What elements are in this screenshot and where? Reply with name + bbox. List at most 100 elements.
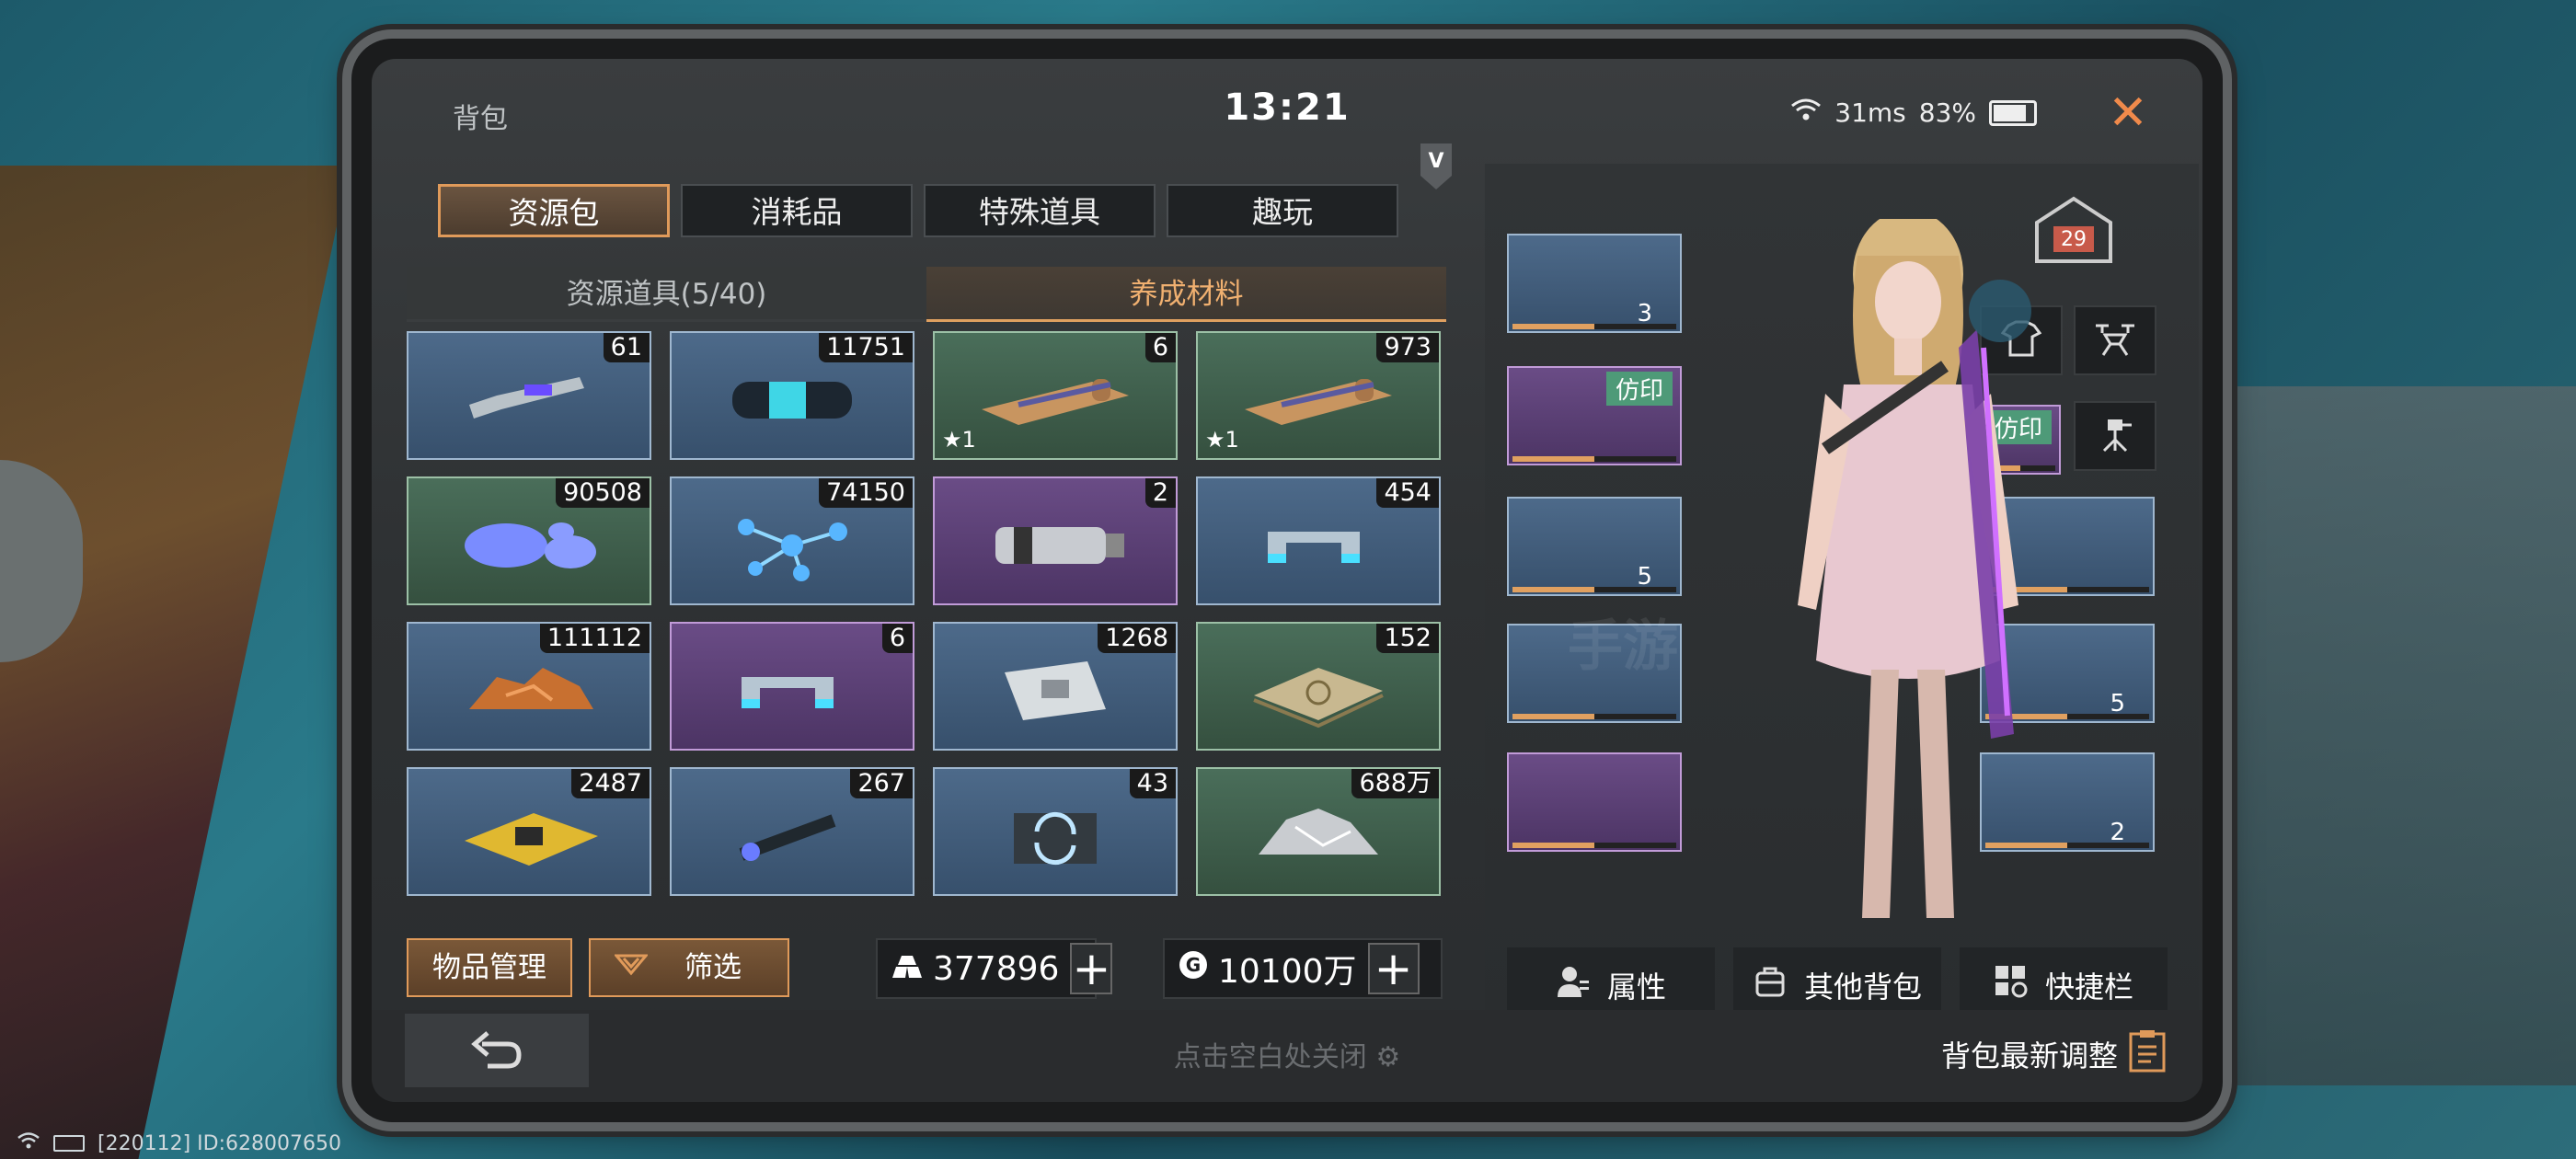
molecule-icon [672, 495, 913, 596]
device-status: [220112] ID:628007650 [17, 1131, 341, 1155]
item-count: 74150 [819, 478, 913, 508]
item-count: 6 [1144, 333, 1176, 362]
close-hint-text: 点击空白处关闭 [1173, 1041, 1367, 1073]
item-slot[interactable]: 2 [933, 476, 1178, 605]
gold-currency: 377896 + [876, 938, 1113, 999]
chevron-down-icon [613, 938, 650, 997]
item-slot[interactable]: 11751 [670, 331, 914, 460]
item-count: 11751 [819, 333, 913, 362]
watermark: 手游 [1568, 614, 1678, 679]
canister-icon [935, 495, 1176, 596]
backpack-icon [1753, 964, 1788, 1006]
tablet-frame: 背包 13:21 31ms 83% ✕ V 资源包 消耗品 特殊道具 趣玩 资源… [351, 39, 2223, 1122]
latest-adjustments-label: 背包最新调整 [1940, 1039, 2118, 1073]
item-slot[interactable]: 6 [670, 622, 914, 751]
equipment-slot[interactable] [1507, 752, 1682, 852]
turret-button[interactable] [2074, 401, 2156, 471]
item-slot[interactable]: 43 [933, 767, 1178, 896]
item-slot[interactable]: 688万 [1196, 767, 1441, 896]
subtab-resource-items[interactable]: 资源道具(5/40) [407, 267, 926, 322]
tab-consumables[interactable]: 消耗品 [681, 184, 913, 237]
item-count: 6 [881, 624, 913, 653]
equipment-panel: 29 3 仿印 5 仿印 5 2 属性 其他背包 快捷栏 [1485, 164, 2199, 1023]
vip-badge-icon: V [1420, 143, 1452, 189]
clamp-icon [1198, 495, 1439, 596]
add-gold-button[interactable]: + [1070, 943, 1113, 994]
tab-resource-pack[interactable]: 资源包 [438, 184, 670, 237]
tab-special-items[interactable]: 特殊道具 [924, 184, 1156, 237]
bag-controls: 物品管理 筛选 [407, 938, 789, 997]
gold-amount: 377896 [933, 949, 1060, 988]
subtab-growth-materials[interactable]: 养成材料 [926, 267, 1446, 322]
packet-icon [935, 640, 1176, 741]
slot-progress [1512, 587, 1676, 592]
slot-progress [1512, 843, 1676, 848]
item-count: 111112 [539, 624, 650, 653]
coin-icon: G [1178, 949, 1209, 989]
footer-bar: 点击空白处关闭 ⚙ 背包最新调整 [372, 1010, 2202, 1102]
gear-icon: ⚙ [1375, 1041, 1401, 1073]
grid-gear-icon [1994, 964, 2029, 1006]
coin-amount: 10100万 [1218, 953, 1357, 991]
sub-tabs: 资源道具(5/40) 养成材料 [407, 267, 1446, 322]
item-count: 267 [850, 769, 913, 798]
item-slot[interactable]: 973 ★1 [1196, 331, 1441, 460]
item-slot[interactable]: 152 [1196, 622, 1441, 751]
ore-icon [408, 640, 650, 741]
item-count: 2 [1144, 478, 1176, 508]
item-count: 61 [603, 333, 650, 362]
item-star-level: ★1 [942, 427, 976, 453]
backpack-screen: 背包 13:21 31ms 83% ✕ V 资源包 消耗品 特殊道具 趣玩 资源… [372, 59, 2202, 1102]
turret-icon [2095, 414, 2135, 458]
equipment-slot[interactable]: 5 [1507, 497, 1682, 596]
drone-button[interactable] [2074, 305, 2156, 375]
item-slot[interactable]: 6 ★1 [933, 331, 1178, 460]
item-slot[interactable]: 1268 [933, 622, 1178, 751]
filter-label: 筛选 [684, 951, 742, 984]
tablet-stack-icon [1198, 640, 1439, 741]
item-slot[interactable]: 90508 [407, 476, 651, 605]
shortcut-bar-label: 快捷栏 [2044, 970, 2133, 1004]
item-count: 90508 [556, 478, 650, 508]
other-bags-label: 其他背包 [1803, 970, 1922, 1004]
add-coin-button[interactable]: + [1367, 943, 1420, 994]
close-hint[interactable]: 点击空白处关闭 ⚙ [372, 1034, 2202, 1074]
tab-fun[interactable]: 趣玩 [1167, 184, 1398, 237]
item-count: 688万 [1351, 769, 1439, 798]
system-info: 31ms 83% [1790, 98, 2037, 128]
chip-icon [408, 786, 650, 887]
metal-ore-icon [1198, 786, 1439, 887]
wifi-icon [17, 1131, 40, 1155]
latest-adjustments-button[interactable]: 背包最新调整 [1941, 1028, 2168, 1080]
item-slot[interactable]: 61 [407, 331, 651, 460]
slot-progress [1512, 324, 1676, 329]
equipment-slot[interactable]: 仿印 [1507, 366, 1682, 465]
filter-button[interactable]: 筛选 [589, 938, 789, 997]
svg-text:G: G [1186, 954, 1201, 976]
cylinder-icon [672, 350, 913, 451]
battery-percent: 83% [1918, 98, 1976, 128]
top-bar: 背包 13:21 31ms 83% ✕ [372, 59, 2202, 158]
equipment-slot[interactable]: 3 [1507, 234, 1682, 333]
item-star-level: ★1 [1205, 427, 1239, 453]
wrench-icon [408, 350, 650, 451]
laser-icon [672, 786, 913, 887]
battery-icon [1989, 99, 2037, 126]
item-grid: 61 11751 6 ★1 973 ★1 90508 74150 2 454 111112 6 1268… [407, 331, 1441, 896]
item-count: 1268 [1098, 624, 1176, 653]
gold-bar-icon [891, 950, 924, 988]
drone-icon [2092, 318, 2138, 362]
attributes-label: 属性 [1606, 970, 1666, 1004]
item-slot[interactable]: 111112 [407, 622, 651, 751]
close-button[interactable]: ✕ [2105, 89, 2151, 137]
slot-progress [1512, 456, 1676, 462]
item-slot[interactable]: 2487 [407, 767, 651, 896]
character-level: 29 [2061, 228, 2087, 251]
slot-progress [1512, 714, 1676, 719]
item-manage-button[interactable]: 物品管理 [407, 938, 572, 997]
item-count: 43 [1129, 769, 1176, 798]
item-slot[interactable]: 74150 [670, 476, 914, 605]
item-slot[interactable]: 267 [670, 767, 914, 896]
item-slot[interactable]: 454 [1196, 476, 1441, 605]
wifi-icon [1790, 98, 1822, 128]
